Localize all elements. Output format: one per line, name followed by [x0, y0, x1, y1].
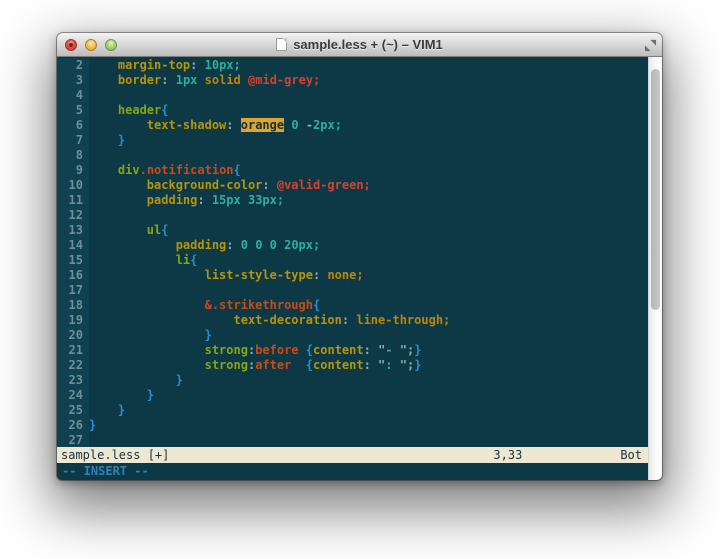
line-number: 4	[57, 88, 89, 103]
code-text: }	[89, 373, 183, 388]
code-line[interactable]: 21 strong:before {content: "- ";}	[57, 343, 648, 358]
line-number: 7	[57, 133, 89, 148]
code-text: li{	[89, 253, 197, 268]
line-number: 18	[57, 298, 89, 313]
code-text: header{	[89, 103, 169, 118]
code-line[interactable]: 9 div.notification{	[57, 163, 648, 178]
fullscreen-icon[interactable]	[643, 38, 657, 52]
code-text: padding: 15px 33px;	[89, 193, 284, 208]
code-text: strong:before {content: "- ";}	[89, 343, 421, 358]
code-text: strong:after {content: ": ";}	[89, 358, 421, 373]
code-line[interactable]: 13 ul{	[57, 223, 648, 238]
scrollbar-thumb[interactable]	[651, 69, 660, 310]
code-text: div.notification{	[89, 163, 241, 178]
line-number: 12	[57, 208, 89, 223]
document-icon	[276, 38, 287, 51]
line-number: 20	[57, 328, 89, 343]
code-line[interactable]: 19 text-decoration: line-through;	[57, 313, 648, 328]
code-line[interactable]: 18 &.strikethrough{	[57, 298, 648, 313]
vim-mode-line: -- INSERT --	[57, 463, 648, 480]
code-line[interactable]: 15 li{	[57, 253, 648, 268]
code-editor[interactable]: 2 margin-top: 10px;3 border: 1px solid @…	[57, 57, 648, 447]
vim-statusline: sample.less [+] 3,33 Bot	[57, 447, 648, 463]
code-line[interactable]: 4	[57, 88, 648, 103]
scrollbar-track[interactable]	[648, 57, 662, 480]
code-text: }	[89, 328, 212, 343]
line-number: 16	[57, 268, 89, 283]
vim-window: sample.less + (~) – VIM1 2 margin-top: 1…	[57, 33, 662, 480]
titlebar-center: sample.less + (~) – VIM1	[57, 33, 662, 56]
line-number: 3	[57, 73, 89, 88]
line-number: 15	[57, 253, 89, 268]
code-line[interactable]: 17	[57, 283, 648, 298]
line-number: 21	[57, 343, 89, 358]
line-number: 25	[57, 403, 89, 418]
code-text: padding: 0 0 0 20px;	[89, 238, 320, 253]
line-number: 11	[57, 193, 89, 208]
code-text: ul{	[89, 223, 168, 238]
line-number: 5	[57, 103, 89, 118]
desktop: sample.less + (~) – VIM1 2 margin-top: 1…	[0, 0, 720, 559]
line-number: 17	[57, 283, 89, 298]
status-filename: sample.less [+]	[61, 447, 169, 463]
line-number: 22	[57, 358, 89, 373]
line-number: 10	[57, 178, 89, 193]
code-text: background-color: @valid-green;	[89, 178, 371, 193]
window-title: sample.less + (~) – VIM1	[293, 37, 443, 52]
code-line[interactable]: 16 list-style-type: none;	[57, 268, 648, 283]
code-text: &.strikethrough{	[89, 298, 320, 313]
code-line[interactable]: 24 }	[57, 388, 648, 403]
code-line[interactable]: 23 }	[57, 373, 648, 388]
code-line[interactable]: 12	[57, 208, 648, 223]
window-content: 2 margin-top: 10px;3 border: 1px solid @…	[57, 57, 662, 480]
code-line[interactable]: 27	[57, 433, 648, 447]
code-line[interactable]: 8	[57, 148, 648, 163]
line-number: 19	[57, 313, 89, 328]
code-text: margin-top: 10px;	[89, 58, 241, 73]
code-text: }	[89, 133, 125, 148]
status-scroll-indicator: Bot	[620, 447, 642, 463]
editor-column: 2 margin-top: 10px;3 border: 1px solid @…	[57, 57, 648, 480]
line-number: 27	[57, 433, 89, 447]
line-number: 2	[57, 58, 89, 73]
code-line[interactable]: 20 }	[57, 328, 648, 343]
code-line[interactable]: 14 padding: 0 0 0 20px;	[57, 238, 648, 253]
line-number: 6	[57, 118, 89, 133]
code-text: border: 1px solid @mid-grey;	[89, 73, 320, 88]
line-number: 8	[57, 148, 89, 163]
code-line[interactable]: 25 }	[57, 403, 648, 418]
status-cursor-position: 3,33	[493, 447, 522, 463]
line-number: 13	[57, 223, 89, 238]
line-number: 14	[57, 238, 89, 253]
code-line[interactable]: 3 border: 1px solid @mid-grey;	[57, 73, 648, 88]
code-line[interactable]: 2 margin-top: 10px;	[57, 58, 648, 73]
code-text: list-style-type: none;	[89, 268, 364, 283]
code-text: }	[89, 418, 96, 433]
insert-mode-indicator: -- INSERT --	[62, 464, 149, 478]
window-controls	[65, 39, 117, 51]
line-number: 23	[57, 373, 89, 388]
code-text: text-decoration: line-through;	[89, 313, 450, 328]
code-line[interactable]: 7 }	[57, 133, 648, 148]
code-line[interactable]: 10 background-color: @valid-green;	[57, 178, 648, 193]
window-titlebar[interactable]: sample.less + (~) – VIM1	[57, 33, 662, 57]
code-line[interactable]: 5 header{	[57, 103, 648, 118]
code-line[interactable]: 11 padding: 15px 33px;	[57, 193, 648, 208]
code-line[interactable]: 26}	[57, 418, 648, 433]
modified-dot-icon	[69, 43, 73, 47]
code-text: }	[89, 388, 154, 403]
line-number: 9	[57, 163, 89, 178]
code-line[interactable]: 22 strong:after {content: ": ";}	[57, 358, 648, 373]
code-line[interactable]: 6 text-shadow: orange 0 -2px;	[57, 118, 648, 133]
code-text: text-shadow: orange 0 -2px;	[89, 118, 342, 133]
code-text: }	[89, 403, 125, 418]
close-button[interactable]	[65, 39, 77, 51]
line-number: 26	[57, 418, 89, 433]
minimize-button[interactable]	[85, 39, 97, 51]
zoom-button[interactable]	[105, 39, 117, 51]
line-number: 24	[57, 388, 89, 403]
